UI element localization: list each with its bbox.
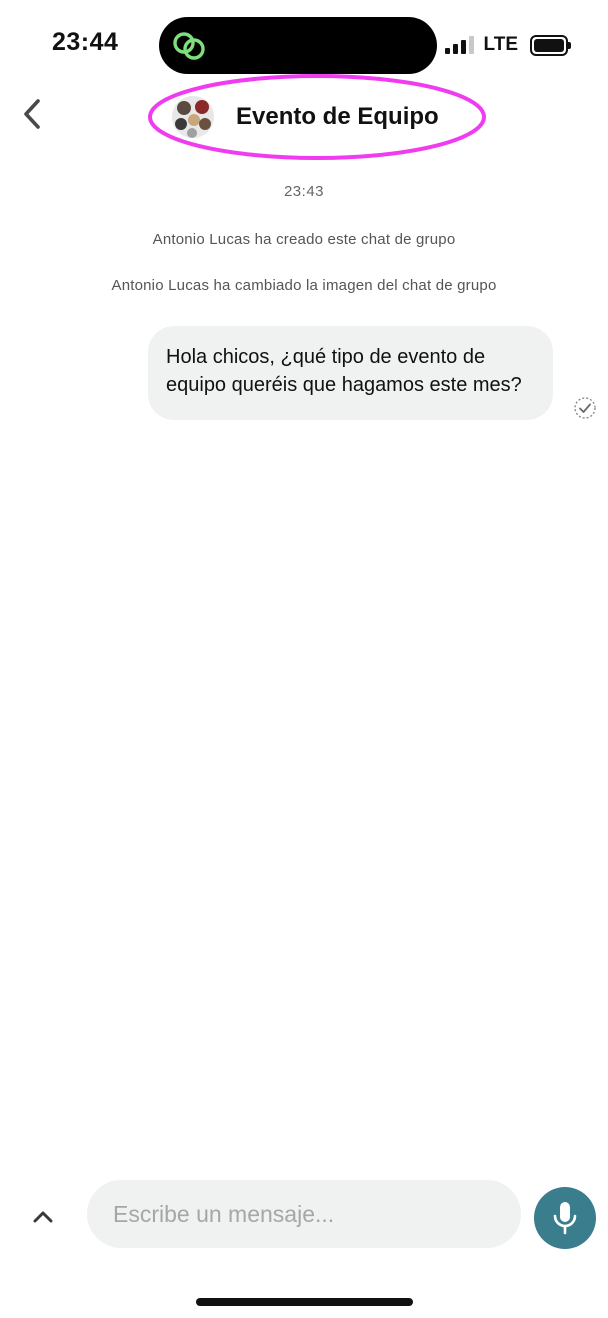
microphone-icon	[553, 1202, 577, 1235]
outgoing-message-bubble[interactable]: Hola chicos, ¿qué tipo de evento de equi…	[148, 326, 553, 420]
group-avatar	[172, 96, 214, 138]
system-message: Antonio Lucas ha creado este chat de gru…	[152, 231, 456, 248]
sent-check-icon	[574, 397, 596, 419]
microphone-button[interactable]	[534, 1187, 596, 1249]
signal-icon	[444, 36, 474, 54]
message-input[interactable]	[87, 1180, 521, 1248]
battery-icon	[530, 34, 571, 56]
link-rings-icon	[173, 32, 205, 60]
message-text-line: Hola chicos, ¿qué tipo de evento de	[166, 346, 486, 368]
chevron-left-icon	[24, 99, 40, 129]
network-type: LTE	[483, 34, 518, 55]
chat-title: Evento de Equipo	[236, 103, 439, 130]
expand-options-button[interactable]	[28, 1203, 58, 1231]
back-button[interactable]	[14, 94, 50, 134]
status-time: 23:44	[52, 28, 119, 56]
chat-header[interactable]: Evento de Equipo	[146, 72, 488, 162]
status-indicators: LTE	[444, 34, 571, 56]
message-text-line: equipo queréis que hagamos este mes?	[166, 374, 522, 396]
chevron-up-icon	[33, 1211, 53, 1223]
message-timestamp: 23:43	[283, 183, 325, 200]
system-message: Antonio Lucas ha cambiado la imagen del …	[111, 277, 497, 294]
dynamic-island	[159, 17, 437, 74]
home-indicator[interactable]	[196, 1298, 413, 1306]
group-avatar-image	[172, 96, 214, 138]
